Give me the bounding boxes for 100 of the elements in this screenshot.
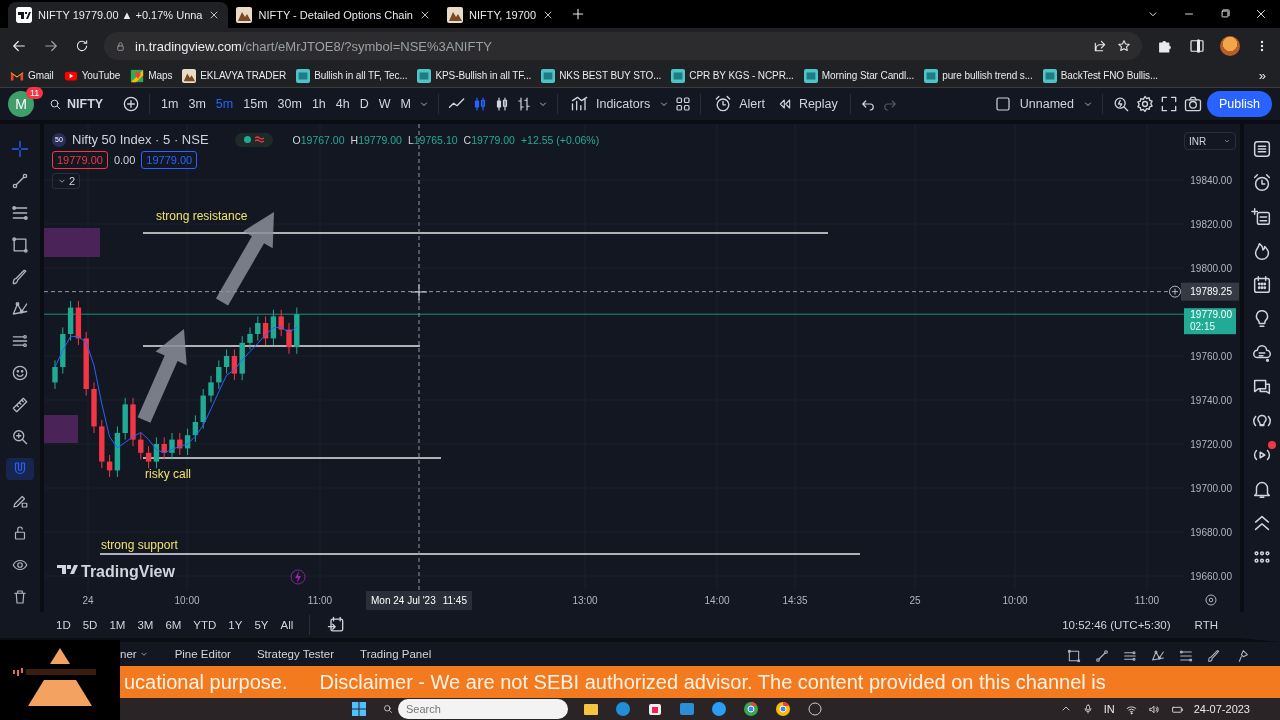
pattern-icon[interactable] [1150, 648, 1166, 664]
range-button[interactable]: 5Y [254, 619, 269, 631]
layouts-icon[interactable] [674, 95, 693, 113]
publish-button[interactable]: Publish [1207, 91, 1272, 117]
more-bookmarks[interactable]: » [1258, 68, 1274, 83]
help-icon[interactable] [710, 701, 728, 717]
brush-icon[interactable] [1206, 648, 1222, 664]
bookmark[interactable]: Maps [126, 68, 177, 83]
interval-button[interactable]: 4h [332, 97, 353, 111]
side-panel-icon[interactable] [1188, 37, 1206, 55]
interval-button[interactable]: 1m [158, 97, 182, 111]
range-button[interactable]: YTD [193, 619, 217, 631]
add-alert-icon[interactable] [1169, 285, 1181, 298]
interval-button[interactable]: 5m [212, 97, 237, 111]
trash-icon[interactable] [11, 588, 29, 606]
interval-button[interactable]: 15m [240, 97, 271, 111]
browser-tab[interactable]: NIFTY - Detailed Options Chain [228, 2, 439, 28]
fib-lines-icon[interactable] [10, 203, 30, 223]
range-button[interactable]: 1D [56, 619, 71, 631]
share-icon[interactable] [1092, 38, 1108, 54]
replay-button[interactable]: Replay [772, 96, 842, 112]
address-bar[interactable]: in.tradingview.com/chart/eMrJTOE8/?symbol=NSE%3ANIFTY [104, 32, 1142, 60]
settings-icon[interactable] [1135, 94, 1155, 114]
date-text[interactable]: 24-07-2023 [1193, 703, 1250, 715]
list-icon[interactable] [1251, 138, 1273, 160]
panel-tab[interactable]: Pine Editor [174, 648, 231, 660]
annotation-text[interactable]: risky call [145, 467, 191, 481]
bookmark[interactable]: CPR BY KGS - NCPR... [667, 68, 798, 83]
browser-tab[interactable]: NIFTY, 19700 [438, 2, 563, 28]
interval-button[interactable]: 3m [185, 97, 209, 111]
alert-button[interactable]: Alert [709, 94, 769, 114]
fullscreen-icon[interactable] [1159, 94, 1179, 114]
caret-icon[interactable] [1223, 137, 1231, 145]
search-icon[interactable] [48, 96, 63, 112]
buy-price[interactable]: 19779.00 [141, 151, 198, 169]
reload-icon[interactable] [74, 38, 90, 54]
store-icon[interactable] [646, 701, 664, 717]
search-icon[interactable] [382, 703, 394, 715]
add-list-icon[interactable] [1251, 206, 1273, 228]
symbol-title[interactable]: Nifty 50 Index · 5 · NSE [72, 132, 209, 147]
layout-name-button[interactable]: Unnamed [1015, 97, 1078, 111]
range-button[interactable]: 1Y [228, 619, 243, 631]
chat-cloud-icon[interactable] [1251, 342, 1273, 364]
range-button[interactable]: 6M [165, 619, 182, 631]
zoom-in-icon[interactable] [10, 427, 30, 447]
interval-button[interactable]: 30m [274, 97, 305, 111]
start-icon[interactable] [350, 701, 368, 717]
chrome-icon[interactable] [742, 701, 760, 717]
camera-icon[interactable] [1183, 94, 1203, 114]
taskbar-search[interactable]: Search [398, 699, 568, 719]
panel-tab[interactable]: ner [120, 648, 149, 660]
close-icon[interactable] [1254, 7, 1268, 21]
rectangle-icon[interactable] [10, 235, 30, 255]
bookmark[interactable]: KPS-Bullish in all TF... [413, 68, 536, 83]
smiley-icon[interactable] [10, 363, 30, 383]
bookmark[interactable]: Bullish in all TF, Tec... [292, 68, 412, 83]
bookmark[interactable]: Gmail [6, 68, 58, 83]
rectangle-icon[interactable] [1066, 648, 1082, 664]
microphone-icon[interactable] [1081, 703, 1094, 715]
session-button[interactable]: RTH [1188, 618, 1224, 632]
browser-icon[interactable] [614, 701, 632, 717]
indicators-toggle[interactable]: 2 [52, 173, 81, 189]
ruler-icon[interactable] [10, 395, 30, 415]
annotation-text[interactable]: strong support [101, 538, 178, 552]
symbol-search[interactable]: NIFTY [38, 96, 118, 112]
settings-icon[interactable] [1205, 594, 1217, 606]
trend-line-icon[interactable] [1094, 648, 1110, 664]
annotation-text[interactable]: strong resistance [156, 209, 248, 223]
bookmark[interactable]: YouTube [59, 68, 125, 83]
magnet-button[interactable] [6, 458, 34, 480]
bookmark[interactable]: NKS BEST BUY STO... [537, 68, 666, 83]
maximize-icon[interactable] [1218, 7, 1232, 21]
panel-tab[interactable]: Trading Panel [360, 648, 432, 660]
app-icon[interactable] [678, 701, 696, 717]
interval-button[interactable]: 1h [308, 97, 329, 111]
checkbox-icon[interactable] [993, 95, 1012, 113]
interval-button[interactable]: M [397, 97, 414, 111]
range-button[interactable]: All [280, 619, 294, 631]
lightning-icon[interactable] [290, 569, 306, 585]
range-button[interactable]: 5D [82, 619, 98, 631]
interval-button[interactable]: D [356, 97, 372, 111]
folder-icon[interactable] [582, 701, 600, 717]
range-button[interactable]: 1M [109, 619, 126, 631]
bookmark[interactable]: pure bullish trend s... [920, 68, 1037, 83]
clock[interactable]: 10:52:46 (UTC+5:30) [1062, 619, 1171, 631]
range-button[interactable]: 3M [137, 619, 154, 631]
bookmark[interactable]: BackTest FNO Bullis... [1038, 68, 1162, 83]
app-icon[interactable] [806, 701, 824, 717]
panel-tab[interactable]: Strategy Tester [256, 648, 335, 660]
interval-button[interactable]: W [375, 97, 394, 111]
language-indicator[interactable]: IN [1103, 703, 1115, 715]
avatar[interactable] [1220, 36, 1240, 56]
crosshair-icon[interactable] [10, 139, 30, 159]
bookmark[interactable]: Morning Star Candl... [799, 68, 919, 83]
alarm-clock-icon[interactable] [1251, 172, 1273, 194]
fib-lines-icon[interactable] [1178, 648, 1194, 664]
browser-tab[interactable]: NIFTY 19779.00 ▲ +0.17% Unna [8, 2, 229, 28]
bookmark[interactable]: EKLAVYA TRADER [178, 68, 291, 83]
currency-select[interactable]: INR [1184, 132, 1236, 150]
chrome-icon[interactable] [774, 701, 792, 717]
